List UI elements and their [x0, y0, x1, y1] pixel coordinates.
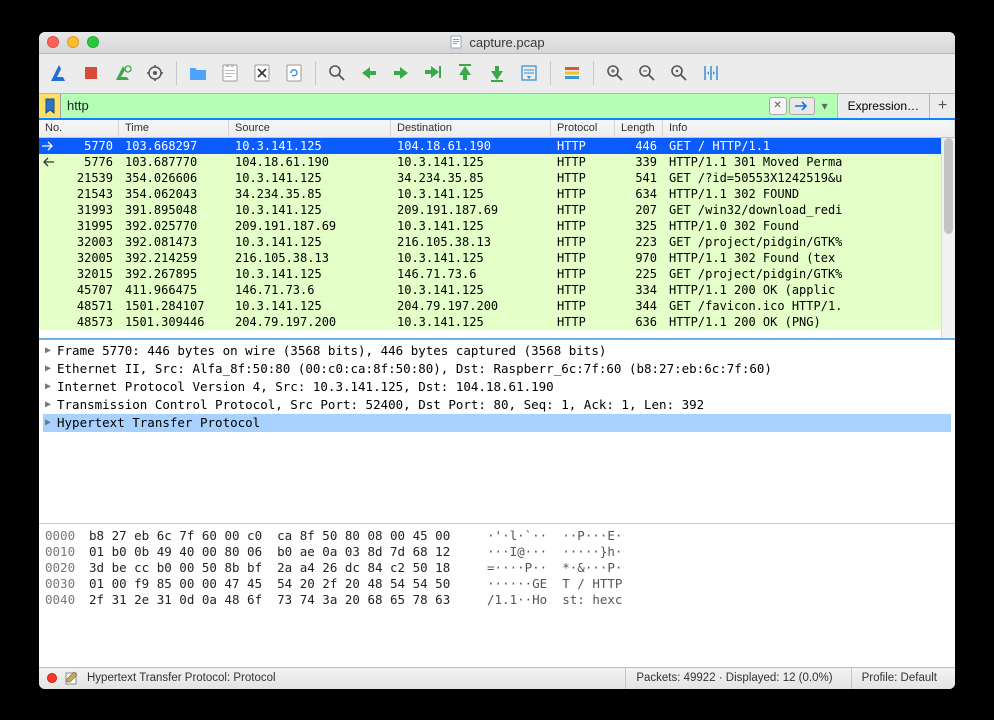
- packet-list-pane: No. Time Source Destination Protocol Len…: [39, 120, 955, 340]
- status-packet-counts: Packets: 49922 · Displayed: 12 (0.0%): [625, 668, 842, 689]
- packet-row[interactable]: 5770103.66829710.3.141.125104.18.61.190H…: [39, 138, 941, 154]
- hex-row[interactable]: 001001 b0 0b 49 40 00 80 06 b0 ae 0a 03 …: [45, 544, 949, 560]
- detail-row[interactable]: ▶ Frame 5770: 446 bytes on wire (3568 bi…: [43, 342, 951, 360]
- restart-capture-button[interactable]: [109, 59, 137, 87]
- clear-filter-button[interactable]: ✕: [769, 97, 787, 115]
- packet-row[interactable]: 21543354.06204334.234.35.8510.3.141.125H…: [39, 186, 941, 202]
- stop-capture-button[interactable]: [77, 59, 105, 87]
- disclosure-triangle-icon[interactable]: ▶: [45, 381, 57, 392]
- start-capture-button[interactable]: [45, 59, 73, 87]
- filter-history-dropdown[interactable]: ▾: [817, 99, 833, 113]
- go-last-button[interactable]: [483, 59, 511, 87]
- packet-row[interactable]: 45707411.966475146.71.73.610.3.141.125HT…: [39, 282, 941, 298]
- apply-filter-button[interactable]: [789, 97, 815, 115]
- col-destination[interactable]: Destination: [391, 120, 551, 137]
- packet-row[interactable]: 485711501.28410710.3.141.125204.79.197.2…: [39, 298, 941, 314]
- add-filter-button[interactable]: +: [929, 94, 955, 118]
- display-filter-bar: ✕ ▾ Expression… +: [39, 94, 955, 120]
- packet-row[interactable]: 31995392.025770209.191.187.6910.3.141.12…: [39, 218, 941, 234]
- window-title: capture.pcap: [39, 35, 955, 50]
- go-back-button[interactable]: [355, 59, 383, 87]
- document-icon: [449, 35, 463, 49]
- packet-row[interactable]: 21539354.02660610.3.141.12534.234.35.85H…: [39, 170, 941, 186]
- resize-columns-button[interactable]: [697, 59, 725, 87]
- packet-row[interactable]: 5776103.687770104.18.61.19010.3.141.125H…: [39, 154, 941, 170]
- main-toolbar: [39, 54, 955, 94]
- hex-row[interactable]: 0000b8 27 eb 6c 7f 60 00 c0 ca 8f 50 80 …: [45, 528, 949, 544]
- zoom-reset-button[interactable]: [665, 59, 693, 87]
- auto-scroll-button[interactable]: [515, 59, 543, 87]
- zoom-out-button[interactable]: [633, 59, 661, 87]
- capture-options-button[interactable]: [141, 59, 169, 87]
- col-info[interactable]: Info: [663, 120, 955, 137]
- find-packet-button[interactable]: [323, 59, 351, 87]
- status-bar: Hypertext Transfer Protocol: Protocol Pa…: [39, 667, 955, 689]
- display-filter-input[interactable]: [61, 94, 769, 118]
- packet-list-body[interactable]: 5770103.66829710.3.141.125104.18.61.190H…: [39, 138, 941, 338]
- reload-file-button[interactable]: [280, 59, 308, 87]
- packet-row[interactable]: 32015392.26789510.3.141.125146.71.73.6HT…: [39, 266, 941, 282]
- status-profile[interactable]: Profile: Default: [851, 668, 947, 689]
- detail-row[interactable]: ▶ Internet Protocol Version 4, Src: 10.3…: [43, 378, 951, 396]
- expression-button[interactable]: Expression…: [837, 94, 929, 118]
- detail-row[interactable]: ▶ Transmission Control Protocol, Src Por…: [43, 396, 951, 414]
- detail-row[interactable]: ▶ Hypertext Transfer Protocol: [43, 414, 951, 432]
- close-file-button[interactable]: [248, 59, 276, 87]
- col-source[interactable]: Source: [229, 120, 391, 137]
- app-window: capture.pcap ✕: [39, 32, 955, 689]
- disclosure-triangle-icon[interactable]: ▶: [45, 363, 57, 374]
- colorize-button[interactable]: [558, 59, 586, 87]
- hex-row[interactable]: 00203d be cc b0 00 50 8b bf 2a a4 26 dc …: [45, 560, 949, 576]
- zoom-in-button[interactable]: [601, 59, 629, 87]
- disclosure-triangle-icon[interactable]: ▶: [45, 399, 57, 410]
- col-protocol[interactable]: Protocol: [551, 120, 615, 137]
- hex-row[interactable]: 00402f 31 2e 31 0d 0a 48 6f 73 74 3a 20 …: [45, 592, 949, 608]
- col-length[interactable]: Length: [615, 120, 663, 137]
- packet-row[interactable]: 31993391.89504810.3.141.125209.191.187.6…: [39, 202, 941, 218]
- packet-list-header[interactable]: No. Time Source Destination Protocol Len…: [39, 120, 955, 138]
- detail-row[interactable]: ▶ Ethernet II, Src: Alfa_8f:50:80 (00:c0…: [43, 360, 951, 378]
- col-time[interactable]: Time: [119, 120, 229, 137]
- status-selection: Hypertext Transfer Protocol: Protocol: [87, 672, 276, 684]
- go-first-button[interactable]: [451, 59, 479, 87]
- window-title-text: capture.pcap: [469, 35, 544, 50]
- disclosure-triangle-icon[interactable]: ▶: [45, 345, 57, 356]
- expert-info-button[interactable]: [47, 673, 57, 683]
- packet-row[interactable]: 485731501.309446204.79.197.20010.3.141.1…: [39, 314, 941, 330]
- titlebar: capture.pcap: [39, 32, 955, 54]
- hex-row[interactable]: 003001 00 f9 85 00 00 47 45 54 20 2f 20 …: [45, 576, 949, 592]
- packet-row[interactable]: 32003392.08147310.3.141.125216.105.38.13…: [39, 234, 941, 250]
- packet-row[interactable]: 32005392.214259216.105.38.1310.3.141.125…: [39, 250, 941, 266]
- col-no[interactable]: No.: [39, 120, 119, 137]
- save-file-button[interactable]: [216, 59, 244, 87]
- packet-bytes-pane[interactable]: 0000b8 27 eb 6c 7f 60 00 c0 ca 8f 50 80 …: [39, 524, 955, 667]
- packet-list-scrollbar[interactable]: [941, 138, 955, 338]
- edit-preferences-icon[interactable]: [65, 671, 79, 685]
- filter-bookmark-button[interactable]: [39, 94, 61, 118]
- go-forward-button[interactable]: [387, 59, 415, 87]
- go-to-packet-button[interactable]: [419, 59, 447, 87]
- disclosure-triangle-icon[interactable]: ▶: [45, 417, 57, 428]
- open-file-button[interactable]: [184, 59, 212, 87]
- packet-details-pane[interactable]: ▶ Frame 5770: 446 bytes on wire (3568 bi…: [39, 340, 955, 524]
